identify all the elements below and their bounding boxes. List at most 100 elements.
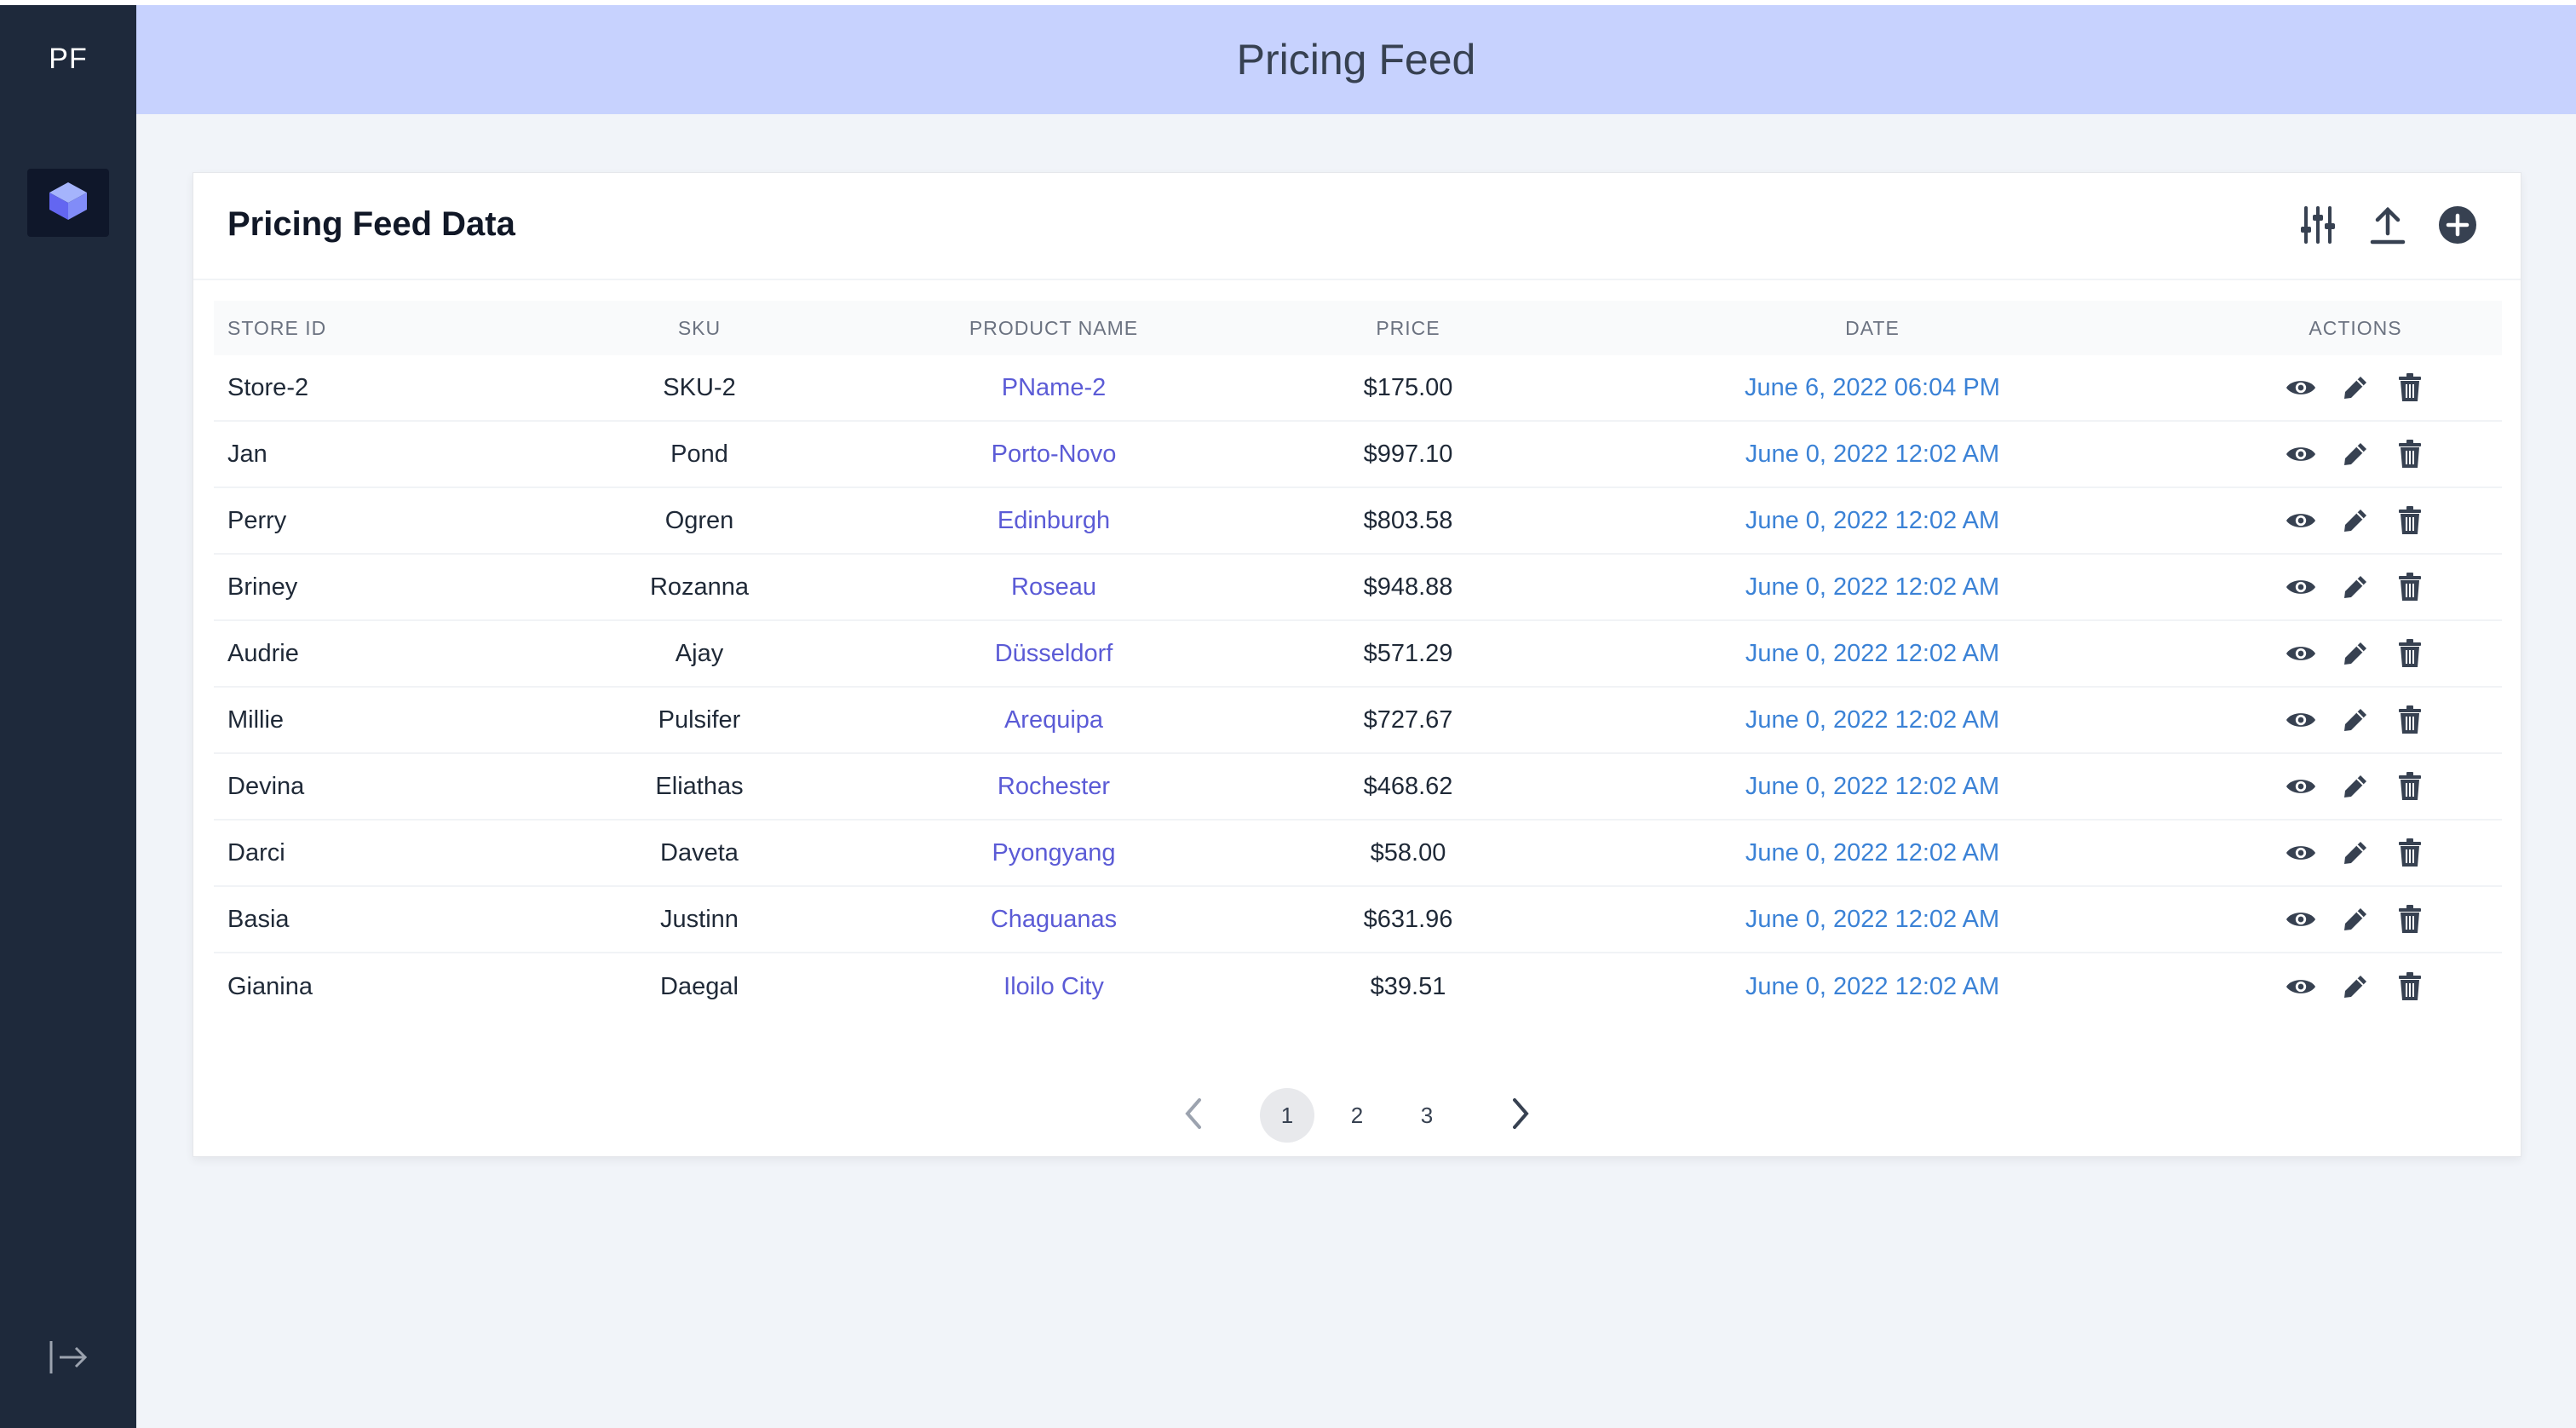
cell-actions <box>2209 505 2502 536</box>
edit-pencil-icon[interactable] <box>2340 638 2371 669</box>
cell-store-id: Darci <box>227 838 285 867</box>
cell-actions <box>2209 971 2502 1002</box>
edit-pencil-icon[interactable] <box>2340 439 2371 469</box>
view-eye-icon[interactable] <box>2286 771 2316 802</box>
delete-trash-icon[interactable] <box>2395 904 2425 935</box>
cell-sku: Rozanna <box>649 573 750 601</box>
delete-trash-icon[interactable] <box>2395 505 2425 536</box>
upload-button[interactable] <box>2366 204 2410 249</box>
edit-pencil-icon[interactable] <box>2340 838 2371 868</box>
cell-store-id: Briney <box>227 573 298 601</box>
view-eye-icon[interactable] <box>2286 971 2316 1002</box>
cell-date: June 0, 2022 12:02 AM <box>1745 506 2000 534</box>
cell-actions <box>2209 372 2502 403</box>
cell-sku: Ajay <box>675 639 724 667</box>
table-row: Audrie Ajay Düsseldorf $571.29 June 0, 2022 … <box>214 621 2502 688</box>
page-title: Pricing Feed <box>1236 36 1476 83</box>
table-row: Basia Justinn Chaguanas $631.96 June 0, 2022… <box>214 887 2502 953</box>
page-2-button[interactable]: 2 <box>1330 1088 1384 1143</box>
cell-sku: Daveta <box>660 838 739 867</box>
cell-date: June 0, 2022 12:02 AM <box>1745 440 2000 468</box>
delete-trash-icon[interactable] <box>2395 971 2425 1002</box>
upload-icon <box>2367 204 2408 250</box>
cell-date: June 0, 2022 12:02 AM <box>1745 905 2000 933</box>
view-eye-icon[interactable] <box>2286 638 2316 669</box>
cell-date: June 0, 2022 12:02 AM <box>1745 972 2000 1000</box>
cell-price: $571.29 <box>1363 639 1453 667</box>
cell-product-name-link[interactable]: Edinburgh <box>827 507 1280 535</box>
cell-product-name-link[interactable]: Rochester <box>827 773 1280 801</box>
cell-product-name-link[interactable]: Porto-Novo <box>827 440 1280 469</box>
cell-store-id: Jan <box>227 440 267 468</box>
view-eye-icon[interactable] <box>2286 372 2316 403</box>
cell-price: $997.10 <box>1363 440 1453 468</box>
cell-date: June 6, 2022 06:04 PM <box>1745 373 2000 401</box>
delete-trash-icon[interactable] <box>2395 439 2425 469</box>
edit-pencil-icon[interactable] <box>2340 372 2371 403</box>
cell-product-name-link[interactable]: Pyongyang <box>827 839 1280 867</box>
delete-trash-icon[interactable] <box>2395 771 2425 802</box>
cell-product-name-link[interactable]: Düsseldorf <box>827 640 1280 668</box>
cell-price: $175.00 <box>1363 373 1453 401</box>
pricing-table: STORE ID SKU PRODUCT NAME PRICE DATE ACT… <box>214 301 2502 1020</box>
edit-pencil-icon[interactable] <box>2340 572 2371 602</box>
filter-button[interactable] <box>2296 204 2340 249</box>
cell-product-name-link[interactable]: Roseau <box>827 573 1280 602</box>
edit-pencil-icon[interactable] <box>2340 904 2371 935</box>
table-row: Perry Ogren Edinburgh $803.58 June 0, 2022 1… <box>214 488 2502 555</box>
next-page-button[interactable] <box>1495 1090 1546 1141</box>
page-1-button[interactable]: 1 <box>1260 1088 1314 1143</box>
delete-trash-icon[interactable] <box>2395 372 2425 403</box>
cell-sku: Pulsifer <box>658 705 741 734</box>
cell-product-name-link[interactable]: Chaguanas <box>827 906 1280 934</box>
edit-pencil-icon[interactable] <box>2340 705 2371 735</box>
table-row: Gianina Daegal Iloilo City $39.51 June 0, 20… <box>214 953 2502 1020</box>
view-eye-icon[interactable] <box>2286 505 2316 536</box>
page-3-button[interactable]: 3 <box>1400 1088 1454 1143</box>
chevron-left-icon <box>1181 1097 1206 1135</box>
delete-trash-icon[interactable] <box>2395 705 2425 735</box>
edit-pencil-icon[interactable] <box>2340 971 2371 1002</box>
logout-button[interactable] <box>46 1336 92 1382</box>
prev-page-button[interactable] <box>1168 1090 1219 1141</box>
cell-actions <box>2209 439 2502 469</box>
cell-product-name-link[interactable]: Arequipa <box>827 706 1280 734</box>
column-header-actions: ACTIONS <box>2309 316 2402 339</box>
cell-store-id: Perry <box>227 506 287 534</box>
pricing-feed-card: Pricing Feed Data STORE ID SKU PRODUCT N… <box>193 172 2521 1157</box>
column-header-date: DATE <box>1845 316 1900 339</box>
cell-store-id: Millie <box>227 705 285 734</box>
cell-actions <box>2209 771 2502 802</box>
table-row: Devina Eliathas Rochester $468.62 June 0, 20… <box>214 754 2502 821</box>
cell-product-name-link[interactable]: Iloilo City <box>827 973 1280 1001</box>
view-eye-icon[interactable] <box>2286 904 2316 935</box>
table-row: Millie Pulsifer Arequipa $727.67 June 0, 202… <box>214 688 2502 754</box>
view-eye-icon[interactable] <box>2286 572 2316 602</box>
view-eye-icon[interactable] <box>2286 705 2316 735</box>
delete-trash-icon[interactable] <box>2395 572 2425 602</box>
cell-sku: SKU-2 <box>663 373 736 401</box>
view-eye-icon[interactable] <box>2286 838 2316 868</box>
cell-store-id: Devina <box>227 772 305 800</box>
edit-pencil-icon[interactable] <box>2340 505 2371 536</box>
delete-trash-icon[interactable] <box>2395 838 2425 868</box>
cell-actions <box>2209 572 2502 602</box>
brand-logo-text: PF <box>49 43 88 75</box>
table-header: STORE ID SKU PRODUCT NAME PRICE DATE ACT… <box>214 301 2502 355</box>
cell-actions <box>2209 838 2502 868</box>
view-eye-icon[interactable] <box>2286 439 2316 469</box>
cell-sku: Justinn <box>660 905 739 933</box>
cell-store-id: Gianina <box>227 972 313 1000</box>
cell-sku: Ogren <box>664 506 734 534</box>
sidebar: PF <box>0 5 136 1428</box>
logout-arrow-icon <box>48 1338 90 1381</box>
cell-date: June 0, 2022 12:02 AM <box>1745 639 2000 667</box>
page-header: Pricing Feed <box>136 5 2576 114</box>
sidebar-item-pricing-feed[interactable] <box>27 169 109 237</box>
table-row: Store-2 SKU-2 PName-2 $175.00 June 6, 2022 0… <box>214 355 2502 422</box>
cell-product-name-link[interactable]: PName-2 <box>827 374 1280 402</box>
edit-pencil-icon[interactable] <box>2340 771 2371 802</box>
add-button[interactable] <box>2435 204 2480 249</box>
delete-trash-icon[interactable] <box>2395 638 2425 669</box>
cube-icon <box>46 179 90 227</box>
